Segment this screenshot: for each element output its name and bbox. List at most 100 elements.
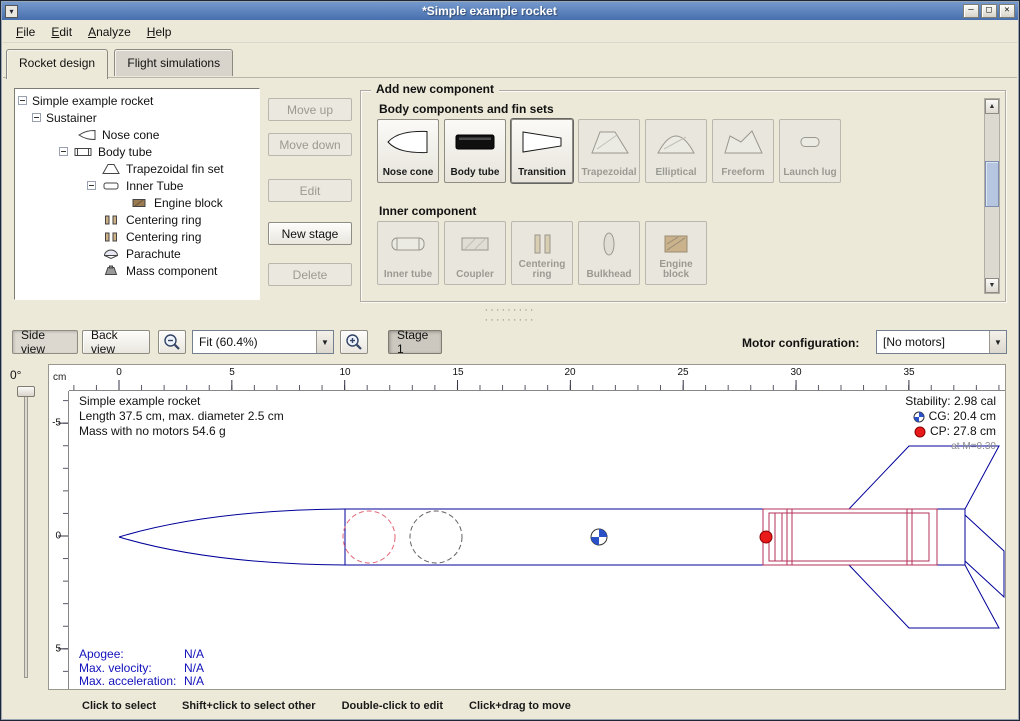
component-button-label: Nose cone — [383, 168, 434, 178]
component-button-label: Freeform — [721, 168, 764, 178]
component-button-label: Centering ring — [513, 260, 571, 280]
zoom-out-button[interactable] — [158, 330, 186, 354]
tree-item-sustainer[interactable]: Sustainer — [15, 109, 259, 126]
nose-cone-icon — [386, 127, 430, 157]
rotation-slider-track[interactable] — [24, 390, 28, 678]
tree-item-centering-ring-2[interactable]: Centering ring — [15, 228, 259, 245]
zoom-in-button[interactable] — [340, 330, 368, 354]
nose-cone-icon — [77, 129, 97, 141]
collapse-handle-icon[interactable] — [87, 181, 96, 190]
collapse-handle-icon[interactable] — [59, 147, 68, 156]
rocket-dimensions: Length 37.5 cm, max. diameter 2.5 cm — [79, 409, 284, 424]
tree-item-mass-component[interactable]: Mass component — [15, 262, 259, 279]
max-acceleration-label: Max. acceleration: — [79, 675, 184, 689]
flight-data: Apogee:N/A Max. velocity:N/A Max. accele… — [79, 648, 204, 689]
tree-item-fin-set[interactable]: Trapezoidal fin set — [15, 160, 259, 177]
ruler-tick-label: 35 — [903, 367, 914, 378]
parachute-outline[interactable] — [343, 511, 395, 563]
side-view-button[interactable]: Side view — [12, 330, 78, 354]
rocket-view-canvas[interactable]: cm 0 5 10 15 20 25 30 35 -5 0 5 — [48, 364, 1006, 690]
rotation-slider-handle[interactable] — [17, 386, 35, 397]
max-acceleration-value: N/A — [184, 675, 204, 689]
component-tree[interactable]: Simple example rocket Sustainer Nose con… — [14, 88, 260, 300]
tree-item-parachute[interactable]: Parachute — [15, 245, 259, 262]
engine-block-icon — [654, 229, 698, 259]
window-menu-icon[interactable]: ▾ — [5, 5, 18, 18]
tree-item-engine-block[interactable]: Engine block — [15, 194, 259, 211]
mass-component-outline[interactable] — [410, 511, 462, 563]
tree-item-centering-ring-1[interactable]: Centering ring — [15, 211, 259, 228]
tree-item-inner-tube[interactable]: Inner Tube — [15, 177, 259, 194]
move-up-button[interactable]: Move up — [268, 98, 352, 121]
rotation-control: 0° — [4, 364, 46, 690]
add-inner-tube-button[interactable]: Inner tube — [377, 221, 439, 285]
add-elliptical-fin-button[interactable]: Elliptical — [645, 119, 707, 183]
horizontal-ruler: 0 5 10 15 20 25 30 35 — [69, 365, 1005, 391]
back-view-button[interactable]: Back view — [82, 330, 150, 354]
collapse-handle-icon[interactable] — [32, 113, 41, 122]
zoom-select[interactable]: Fit (60.4%) ▼ — [192, 330, 334, 354]
tree-item-nose-cone[interactable]: Nose cone — [15, 126, 259, 143]
move-down-button[interactable]: Move down — [268, 133, 352, 156]
cp-marker — [760, 531, 772, 543]
add-body-tube-button[interactable]: Body tube — [444, 119, 506, 183]
new-stage-button[interactable]: New stage — [268, 222, 352, 245]
elliptical-fin-icon — [654, 127, 698, 157]
menu-edit[interactable]: Edit — [43, 22, 80, 42]
edit-button[interactable]: Edit — [268, 179, 352, 202]
inner-tube-outline[interactable] — [763, 509, 937, 565]
minimize-button[interactable]: — — [963, 4, 979, 18]
stage-1-toggle[interactable]: Stage 1 — [388, 330, 442, 354]
add-component-group: Add new component Body components and fi… — [360, 90, 1006, 302]
ruler-unit-label: cm — [53, 372, 66, 383]
component-scrollbar[interactable]: ▲ ▼ — [984, 98, 1000, 294]
rocket-mass: Mass with no motors 54.6 g — [79, 424, 284, 439]
chevron-down-icon[interactable]: ▼ — [316, 331, 333, 353]
tree-item-label: Nose cone — [102, 128, 159, 142]
hint-click-select: Click to select — [82, 700, 156, 712]
menu-file[interactable]: File — [8, 22, 43, 42]
add-trapezoidal-fin-button[interactable]: Trapezoidal — [578, 119, 640, 183]
scroll-up-icon[interactable]: ▲ — [985, 99, 999, 114]
chevron-down-icon[interactable]: ▼ — [989, 331, 1006, 353]
tree-item-label: Mass component — [126, 264, 217, 278]
mass-component-icon — [101, 265, 121, 277]
component-button-label: Elliptical — [655, 168, 696, 178]
menu-help[interactable]: Help — [139, 22, 180, 42]
delete-button[interactable]: Delete — [268, 263, 352, 286]
collapse-handle-icon[interactable] — [18, 96, 27, 105]
tree-item-body-tube[interactable]: Body tube — [15, 143, 259, 160]
add-freeform-fin-button[interactable]: Freeform — [712, 119, 774, 183]
add-engine-block-button[interactable]: Engine block — [645, 221, 707, 285]
scroll-down-icon[interactable]: ▼ — [985, 278, 999, 293]
tree-item-rocket[interactable]: Simple example rocket — [15, 92, 259, 109]
ruler-tick-label: 5 — [55, 644, 61, 655]
component-button-label: Launch lug — [783, 168, 836, 178]
add-coupler-button[interactable]: Coupler — [444, 221, 506, 285]
scrollbar-thumb[interactable] — [985, 161, 999, 207]
stability-value: Stability: 2.98 cal — [905, 394, 996, 409]
close-button[interactable]: ✕ — [999, 4, 1015, 18]
tree-item-label: Simple example rocket — [32, 94, 153, 108]
tab-flight-simulations[interactable]: Flight simulations — [114, 49, 233, 76]
add-transition-button[interactable]: Transition — [511, 119, 573, 183]
tree-item-label: Centering ring — [126, 230, 201, 244]
inner-tube-icon — [101, 180, 121, 192]
add-launch-lug-button[interactable]: Launch lug — [779, 119, 841, 183]
add-nose-cone-button[interactable]: Nose cone — [377, 119, 439, 183]
maximize-button[interactable]: □ — [981, 4, 997, 18]
add-bulkhead-button[interactable]: Bulkhead — [578, 221, 640, 285]
hint-click-drag: Click+drag to move — [469, 700, 571, 712]
component-button-label: Coupler — [456, 270, 494, 280]
motor-configuration-select[interactable]: [No motors] ▼ — [876, 330, 1007, 354]
tab-pane-border — [3, 77, 1017, 78]
split-pane-divider[interactable]: ·················· — [0, 305, 1020, 319]
centering-ring-icon — [101, 231, 121, 243]
tab-rocket-design[interactable]: Rocket design — [6, 49, 108, 79]
component-button-label: Inner tube — [384, 270, 432, 280]
ruler-tick-label: 15 — [452, 367, 463, 378]
menu-analyze[interactable]: Analyze — [80, 22, 139, 42]
launch-lug-icon — [788, 127, 832, 157]
add-centering-ring-button[interactable]: Centering ring — [511, 221, 573, 285]
ruler-tick-label: 30 — [790, 367, 801, 378]
